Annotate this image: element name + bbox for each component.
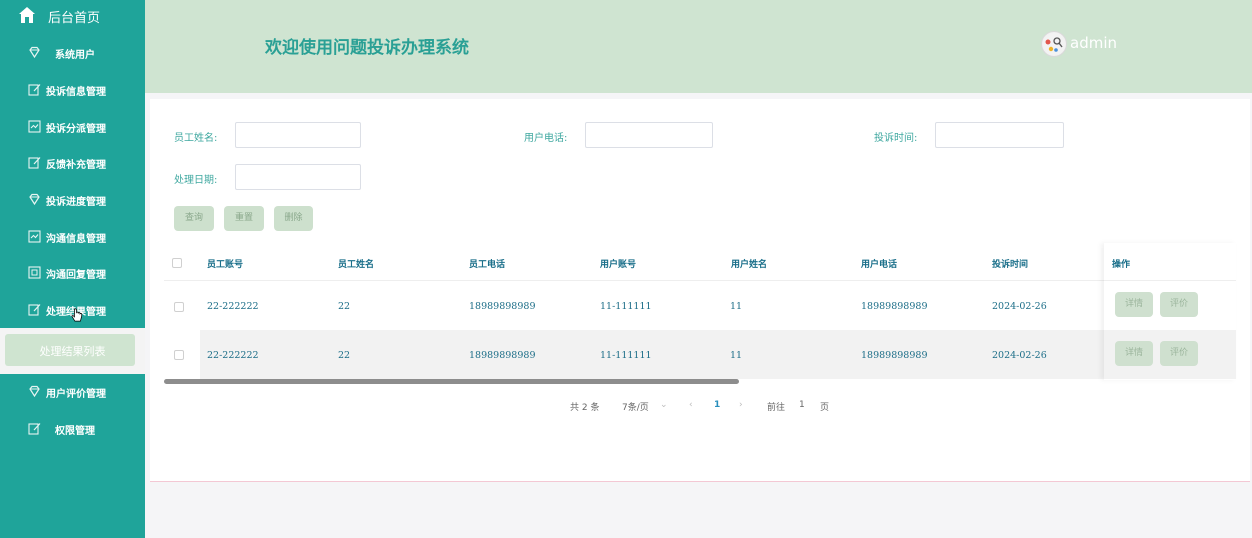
sidebar-item-feedback[interactable]: 反馈补充管理 [0, 146, 145, 182]
row-checkbox[interactable] [174, 350, 184, 360]
complaint-time-input[interactable] [935, 122, 1064, 148]
reset-button[interactable]: 重置 [224, 206, 264, 231]
cell-emp-name: 22 [338, 301, 351, 312]
detail-button[interactable]: 详情 [1115, 292, 1153, 317]
home-icon [19, 7, 35, 23]
employee-name-input[interactable] [235, 122, 361, 148]
sidebar-item-complaint-dispatch[interactable]: 投诉分派管理 [0, 110, 145, 146]
edit-icon [28, 423, 41, 435]
cell-emp-account: 22-222222 [207, 301, 259, 312]
cell-complaint-time: 2024-02-26 [992, 301, 1047, 312]
chevron-down-icon[interactable]: ⌄ [660, 400, 668, 410]
column-header[interactable]: 员工账号 [207, 257, 243, 270]
sidebar-item-label: 系统用户 [55, 50, 95, 61]
sidebar-item-complaint-progress[interactable]: 投诉进度管理 [0, 183, 145, 219]
sidebar: 后台首页 系统用户 投诉信息管理 投诉分派管理 反馈补充管理 投诉进度管理 沟通… [0, 0, 145, 538]
cell-emp-name: 22 [338, 350, 351, 361]
avatar-image-icon [1043, 33, 1065, 55]
avatar[interactable] [1041, 31, 1067, 57]
goto-page-input[interactable]: 1 [799, 400, 805, 410]
data-table: 员工账号 员工姓名 员工电话 用户账号 用户姓名 用户电话 投诉时间 操作 22… [164, 243, 1236, 382]
chart-icon [28, 230, 41, 243]
sidebar-item-complaint-info[interactable]: 投诉信息管理 [0, 73, 145, 109]
column-header[interactable]: 员工电话 [469, 257, 505, 270]
cell-emp-account: 22-222222 [207, 350, 259, 361]
review-button[interactable]: 评价 [1160, 341, 1198, 366]
pagination-total: 共 2 条 [570, 403, 600, 413]
sidebar-item-result-management[interactable]: 处理结果管理 [0, 293, 145, 329]
sidebar-item-user-review[interactable]: 用户评价管理 [0, 375, 145, 411]
page-number[interactable]: 1 [714, 400, 720, 410]
page-title: 欢迎使用问题投诉办理系统 [265, 38, 469, 58]
column-header[interactable]: 员工姓名 [338, 257, 374, 270]
sidebar-item-label: 用户评价管理 [46, 389, 106, 400]
sidebar-item-label: 沟通回复管理 [46, 270, 106, 281]
detail-button[interactable]: 详情 [1115, 341, 1153, 366]
sidebar-item-label: 反馈补充管理 [46, 160, 106, 171]
chart-icon [28, 120, 41, 133]
next-page-icon[interactable]: › [739, 400, 743, 410]
cell-user-phone: 18989898989 [861, 301, 928, 312]
operations-column: 详情 评价 详情 评价 [1104, 243, 1236, 380]
sidebar-home-label: 后台首页 [48, 11, 101, 26]
username[interactable]: admin [1070, 34, 1117, 52]
sidebar-item-communication-reply[interactable]: 沟通回复管理 [0, 256, 145, 292]
user-phone-input[interactable] [585, 122, 713, 148]
sidebar-submenu: 处理结果列表 [0, 328, 145, 374]
cell-user-name: 11 [730, 350, 743, 361]
select-all-checkbox[interactable] [172, 258, 182, 268]
horizontal-scrollbar[interactable] [164, 379, 739, 384]
table-row[interactable]: 22-222222 22 18989898989 11-111111 11 18… [200, 281, 1104, 330]
hand-cursor-icon [71, 308, 83, 322]
employee-name-label: 员工姓名: [174, 133, 218, 144]
column-header[interactable]: 用户账号 [600, 257, 636, 270]
diamond-icon [29, 385, 40, 398]
column-header[interactable]: 投诉时间 [992, 257, 1028, 270]
cell-user-phone: 18989898989 [861, 350, 928, 361]
page-size-select[interactable]: 7条/页 [622, 400, 649, 413]
delete-button[interactable]: 删除 [274, 206, 313, 231]
complaint-time-label: 投诉时间: [874, 133, 918, 144]
sidebar-item-label: 沟通信息管理 [46, 234, 106, 245]
column-header[interactable]: 用户姓名 [731, 257, 767, 270]
edit-icon [28, 84, 41, 96]
process-date-label: 处理日期: [174, 175, 218, 186]
sidebar-item-result-list[interactable]: 处理结果列表 [0, 343, 140, 359]
table-row[interactable]: 22-222222 22 18989898989 11-111111 11 18… [200, 330, 1104, 379]
cell-complaint-time: 2024-02-26 [992, 350, 1047, 361]
diamond-icon [29, 46, 40, 59]
user-phone-label: 用户电话: [524, 133, 568, 144]
sidebar-item-label: 投诉分派管理 [46, 124, 106, 135]
image-icon [28, 266, 41, 279]
edit-icon [28, 157, 41, 169]
row-checkbox[interactable] [174, 302, 184, 312]
review-button[interactable]: 评价 [1160, 292, 1198, 317]
sidebar-item-system-users[interactable]: 系统用户 [0, 36, 145, 72]
column-header[interactable]: 用户电话 [861, 257, 897, 270]
cell-user-name: 11 [730, 301, 743, 312]
edit-icon [28, 304, 41, 316]
cell-user-account: 11-111111 [600, 350, 652, 361]
sidebar-item-home[interactable]: 后台首页 [0, 0, 145, 30]
cell-emp-phone: 18989898989 [469, 350, 536, 361]
sidebar-item-label: 投诉进度管理 [46, 197, 106, 208]
cell-user-account: 11-111111 [600, 301, 652, 312]
diamond-icon [29, 193, 40, 206]
header: 欢迎使用问题投诉办理系统 admin [145, 0, 1252, 93]
prev-page-icon[interactable]: ‹ [689, 400, 693, 410]
page-unit-label: 页 [820, 403, 830, 413]
process-date-input[interactable] [235, 164, 361, 190]
query-button[interactable]: 查询 [174, 206, 214, 231]
sidebar-item-permissions[interactable]: 权限管理 [0, 412, 145, 448]
sidebar-item-communication-info[interactable]: 沟通信息管理 [0, 220, 145, 256]
cell-emp-phone: 18989898989 [469, 301, 536, 312]
sidebar-item-label: 投诉信息管理 [46, 87, 106, 98]
goto-label: 前往 [767, 403, 786, 413]
sidebar-item-label: 权限管理 [55, 426, 95, 437]
